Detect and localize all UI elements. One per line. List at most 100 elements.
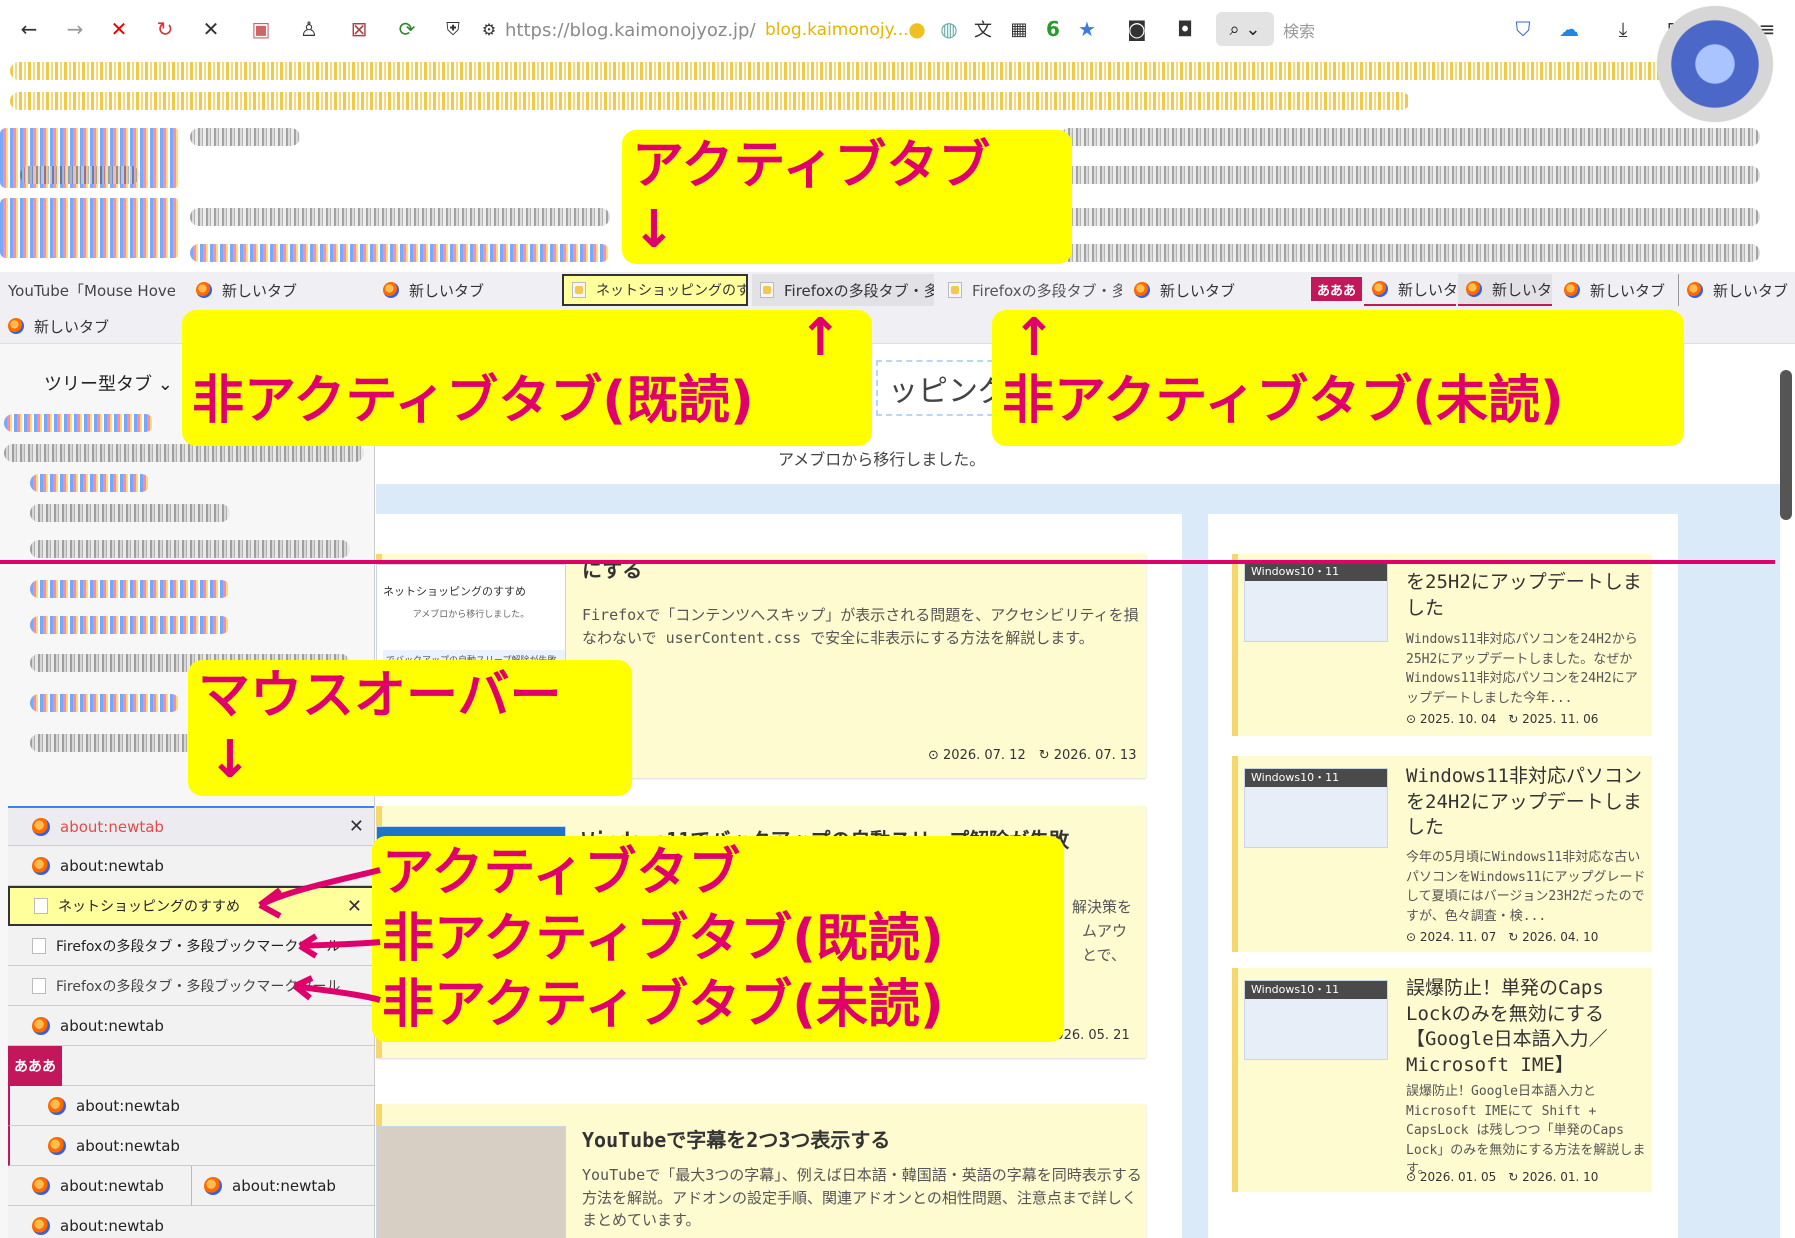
search-input[interactable]: 検索 <box>1283 18 1315 42</box>
callout-mouse-over: マウスオーバー ↓ <box>188 660 632 796</box>
firefox-icon <box>48 1096 66 1115</box>
tab-label: 新しいタブ <box>1590 281 1666 300</box>
shield-icon[interactable]: ⛨ <box>438 14 468 44</box>
obscured-row <box>30 694 180 712</box>
tab-inactive-read[interactable]: Firefoxの多段タブ・多 <box>752 274 934 306</box>
circle-icon[interactable]: ● <box>902 14 932 44</box>
search-icon: ⌕ ⌄ <box>1229 18 1261 40</box>
arrow-to-active-tab <box>258 867 381 908</box>
post-excerpt-frag: ムアウ <box>1082 922 1128 940</box>
tab-newtab[interactable]: 新しいタブ <box>1126 274 1306 306</box>
sidebar-tab[interactable]: about:newtab <box>191 1166 374 1206</box>
callout-text: 非アクティブタブ(既読) <box>382 909 944 969</box>
tab-label: 新しいタブ <box>1713 281 1789 300</box>
side-post-card[interactable]: Windows10・11 を25H2にアップデートしました Windows11非… <box>1232 554 1652 736</box>
camera-icon[interactable]: ◙ <box>1122 14 1152 44</box>
callout-arrow: ↓ <box>208 730 252 790</box>
scrollbar[interactable] <box>1780 370 1792 520</box>
globe-icon[interactable]: ◍ <box>934 14 964 44</box>
sidebar-tab-label: about:newtab <box>76 1096 180 1115</box>
side-post-card[interactable]: Windows10・11 Windows11非対応パソコンを24H2にアップデー… <box>1232 756 1652 952</box>
tab-youtube[interactable]: YouTube「Mouse Hover <box>0 274 175 306</box>
firefox-icon <box>32 1216 50 1235</box>
thumb-tag: Windows10・11 <box>1245 563 1387 581</box>
tab-group-label[interactable]: あああ <box>1311 277 1363 301</box>
sidebar-tab[interactable]: about:newtab <box>8 1006 374 1046</box>
annotation-arrows <box>258 867 381 1003</box>
sidebar-tab-hover[interactable]: about:newtab ✕ <box>8 806 374 846</box>
side-post-title[interactable]: を25H2にアップデートしました <box>1406 570 1646 621</box>
post-updated: 2026. 01. 10 <box>1522 1170 1599 1184</box>
sidebar-tab-label: about:newtab <box>60 817 164 836</box>
post-title[interactable]: YouTubeで字幕を2つ3つ表示する <box>582 1124 890 1153</box>
tab-manager-icon[interactable]: ▣ <box>246 14 276 44</box>
account-icon[interactable]: ♙ <box>294 14 324 44</box>
bookmark-star-icon[interactable]: ★ <box>1072 14 1102 44</box>
close-icon[interactable]: ✕ <box>349 816 364 837</box>
search-engine-button[interactable]: ⌕ ⌄ <box>1216 12 1274 46</box>
screenshot-x-icon[interactable]: ⊠ <box>344 14 374 44</box>
cloud-icon[interactable]: ☁ <box>1554 14 1584 44</box>
sidebar-tab-label: about:newtab <box>60 1176 164 1195</box>
grid-icon[interactable]: ▦ <box>1004 14 1034 44</box>
translate-icon[interactable]: ⽂ <box>968 14 998 44</box>
post-date: 2025. 10. 04 <box>1419 712 1497 726</box>
sidebar-tab[interactable]: about:newtab <box>8 1166 191 1206</box>
sidebar-tab-child[interactable]: about:newtab <box>8 1086 374 1126</box>
sidebar-title[interactable]: ツリー型タブ ⌄ <box>44 370 173 396</box>
sidebar-tab-child[interactable]: about:newtab <box>8 1126 374 1166</box>
obscured-row <box>190 128 300 146</box>
post-excerpt-frag: とで、 <box>1082 946 1126 964</box>
reload-icon[interactable]: ↻ <box>150 14 180 44</box>
page-icon <box>32 977 46 994</box>
firefox-icon <box>32 1016 50 1035</box>
stop-icon[interactable]: ✕ <box>104 14 134 44</box>
tab-newtab[interactable]: 新しいタブ <box>0 310 180 342</box>
post-title[interactable]: にする <box>582 554 642 583</box>
obscured-row <box>1060 244 1760 262</box>
group-label: あああ <box>8 1045 62 1086</box>
url-prefix: https:// <box>505 19 570 41</box>
post-card[interactable]: YouTubeで字幕を2つ3つ表示する YouTubeで「最大3つの字幕」、例え… <box>376 1104 1146 1238</box>
tab-newtab[interactable]: 新しいタブ <box>188 274 368 306</box>
tab-label: ネットショッピングのす <box>596 283 748 299</box>
side-post-thumbnail: Windows10・11 <box>1244 562 1388 642</box>
tab-active[interactable]: ネットショッピングのす <box>562 274 748 306</box>
sidebar-tab-label: about:newtab <box>60 1016 164 1035</box>
tab-label: 新しいタブ <box>409 281 485 300</box>
side-post-title[interactable]: 誤爆防止！単発のCaps Lockのみを無効にする【Google日本語入力／Mi… <box>1406 976 1646 1079</box>
side-post-title[interactable]: Windows11非対応パソコンを24H2にアップデートしました <box>1406 764 1646 841</box>
callout-text: 非アクティブタブ(既読) <box>192 371 754 431</box>
forward-icon[interactable]: → <box>60 14 90 44</box>
post-excerpt: Firefoxで「コンテンツへスキップ」が表示される問題を、アクセシビリティを損… <box>582 606 1139 647</box>
callout-text: アクティブタブ <box>632 136 991 196</box>
post-date: 2026. 07. 12 <box>943 748 1026 763</box>
password-manager-icon[interactable]: ⛉ <box>1508 14 1538 44</box>
back-icon[interactable]: ← <box>14 14 44 44</box>
close-icon[interactable]: ✕ <box>196 14 226 44</box>
post-excerpt: YouTubeで「最大3つの字幕」、例えば日本語・韓国語・英語の字幕を同時表示す… <box>582 1166 1142 1229</box>
tab-newtab[interactable]: 新しいタ <box>1458 274 1552 306</box>
tab-newtab[interactable]: 新しいタブ <box>375 274 555 306</box>
sync-icon[interactable]: ⟳ <box>392 14 422 44</box>
tab-label: 新しいタブ <box>1160 281 1236 300</box>
badge-icon[interactable]: 6 <box>1038 14 1068 44</box>
tab-inactive-unread[interactable]: Firefoxの多段タブ・多 <box>940 274 1122 306</box>
callout-arrow: ↓ <box>632 200 676 260</box>
tab-newtab[interactable]: 新しいタブ <box>1556 274 1674 306</box>
side-post-thumbnail: Windows10・11 <box>1244 980 1388 1060</box>
screenshot-icon[interactable]: ◘ <box>1170 14 1200 44</box>
permissions-icon[interactable]: ⚙ <box>474 14 504 44</box>
tab-label: 新しいタブ <box>222 281 298 300</box>
tab-newtab[interactable]: 新しいタ <box>1364 274 1456 306</box>
obscured-row <box>190 244 610 262</box>
sidebar-group[interactable]: あああ <box>8 1045 374 1086</box>
sidebar-tab-label: ネットショッピングのすすめ <box>58 899 240 915</box>
sidebar-tab[interactable]: about:newtab <box>8 1206 374 1238</box>
obscured-row <box>30 504 230 522</box>
side-post-card[interactable]: Windows10・11 誤爆防止！単発のCaps Lockのみを無効にする【G… <box>1232 968 1652 1192</box>
side-post-dates: ⊙ 2025. 10. 04 ↻ 2025. 11. 06 <box>1406 712 1599 726</box>
tab-newtab[interactable]: 新しいタブ <box>1678 274 1795 306</box>
downloads-icon[interactable]: ⤓ <box>1608 14 1638 44</box>
callout-sidebar-states: アクティブタブ 非アクティブタブ(既読) 非アクティブタブ(未読) <box>372 836 1064 1042</box>
